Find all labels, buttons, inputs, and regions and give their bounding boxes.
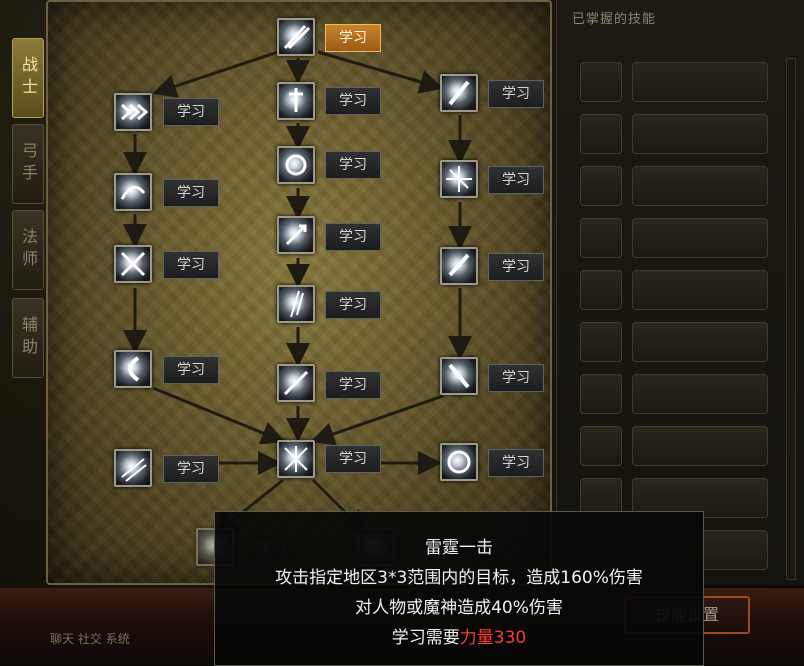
tooltip-skill-name: 雷霆一击 xyxy=(425,538,493,558)
learn-button[interactable]: 学习 xyxy=(488,166,544,194)
skill-slot-icon[interactable] xyxy=(580,270,622,310)
scrollbar[interactable] xyxy=(786,58,796,580)
tooltip-description-2: 对人物或魔神造成40%伤害 xyxy=(355,598,563,618)
tooltip-requirement: 学习需要力量330 xyxy=(215,623,703,653)
thunder-strike-icon[interactable] xyxy=(277,440,315,478)
learn-button[interactable]: 学习 xyxy=(488,253,544,281)
skill-slot-name[interactable] xyxy=(632,426,768,466)
skill-slot-name[interactable] xyxy=(632,322,768,362)
tab-warrior[interactable]: 战士 xyxy=(12,38,44,118)
skill-slot-name[interactable] xyxy=(632,166,768,206)
skill-slot-name[interactable] xyxy=(632,62,768,102)
fall-sword-icon[interactable] xyxy=(440,357,478,395)
sword-down-icon[interactable] xyxy=(277,82,315,120)
sword-flash-icon[interactable] xyxy=(277,364,315,402)
spark-burst-icon[interactable] xyxy=(440,160,478,198)
learn-button[interactable]: 学习 xyxy=(325,223,381,251)
orb-icon[interactable] xyxy=(440,443,478,481)
learn-button[interactable]: 学习 xyxy=(325,151,381,179)
twin-sword-icon[interactable] xyxy=(277,18,315,56)
wind-slash-icon[interactable] xyxy=(114,449,152,487)
holy-sword-icon[interactable] xyxy=(440,247,478,285)
skill-slot-name[interactable] xyxy=(632,218,768,258)
learn-button[interactable]: 学习 xyxy=(163,455,219,483)
learn-button[interactable]: 学习 xyxy=(325,87,381,115)
tab-mage[interactable]: 法师 xyxy=(12,210,44,290)
learn-button[interactable]: 学习 xyxy=(325,24,381,52)
learn-button[interactable]: 学习 xyxy=(163,251,219,279)
skill-slot-icon[interactable] xyxy=(580,374,622,414)
whirl-slash-icon[interactable] xyxy=(114,173,152,211)
tooltip-description-1: 攻击指定地区3*3范围内的目标，造成160%伤害 xyxy=(275,568,643,588)
skill-slot-name[interactable] xyxy=(632,374,768,414)
skill-slot-name[interactable] xyxy=(632,270,768,310)
skill-slot-icon[interactable] xyxy=(580,322,622,362)
mastered-skills-title: 已掌握的技能 xyxy=(572,12,657,27)
skill-slot-icon[interactable] xyxy=(580,218,622,258)
requirement-label: 学习需要 xyxy=(391,628,460,648)
requirement-value: 力量330 xyxy=(459,628,527,648)
feather-blade-icon[interactable] xyxy=(440,74,478,112)
learn-button[interactable]: 学习 xyxy=(488,80,544,108)
skill-slot-icon[interactable] xyxy=(580,62,622,102)
bottom-hint: 聊天 社交 系统 xyxy=(50,632,130,646)
flame-dagger-icon[interactable] xyxy=(277,216,315,254)
crossed-blade-icon[interactable] xyxy=(114,245,152,283)
learn-button[interactable]: 学习 xyxy=(325,445,381,473)
tab-archer[interactable]: 弓手 xyxy=(12,124,44,204)
skill-slot-icon[interactable] xyxy=(580,426,622,466)
skill-slot-icon[interactable] xyxy=(580,166,622,206)
skill-slot-name[interactable] xyxy=(632,114,768,154)
spiral-slash-icon[interactable] xyxy=(277,146,315,184)
skill-tooltip: 雷霆一击 攻击指定地区3*3范围内的目标，造成160%伤害 对人物或魔神造成40… xyxy=(214,511,704,666)
skill-slot-icon[interactable] xyxy=(580,114,622,154)
learn-button[interactable]: 学习 xyxy=(325,371,381,399)
triple-arrow-icon[interactable] xyxy=(114,93,152,131)
learn-button[interactable]: 学习 xyxy=(163,98,219,126)
learn-button[interactable]: 学习 xyxy=(488,364,544,392)
tab-support[interactable]: 辅助 xyxy=(12,298,44,378)
learn-button[interactable]: 学习 xyxy=(163,179,219,207)
crescent-icon[interactable] xyxy=(114,350,152,388)
light-beam-icon[interactable] xyxy=(277,285,315,323)
learn-button[interactable]: 学习 xyxy=(488,449,544,477)
learn-button[interactable]: 学习 xyxy=(325,291,381,319)
learn-button[interactable]: 学习 xyxy=(163,356,219,384)
